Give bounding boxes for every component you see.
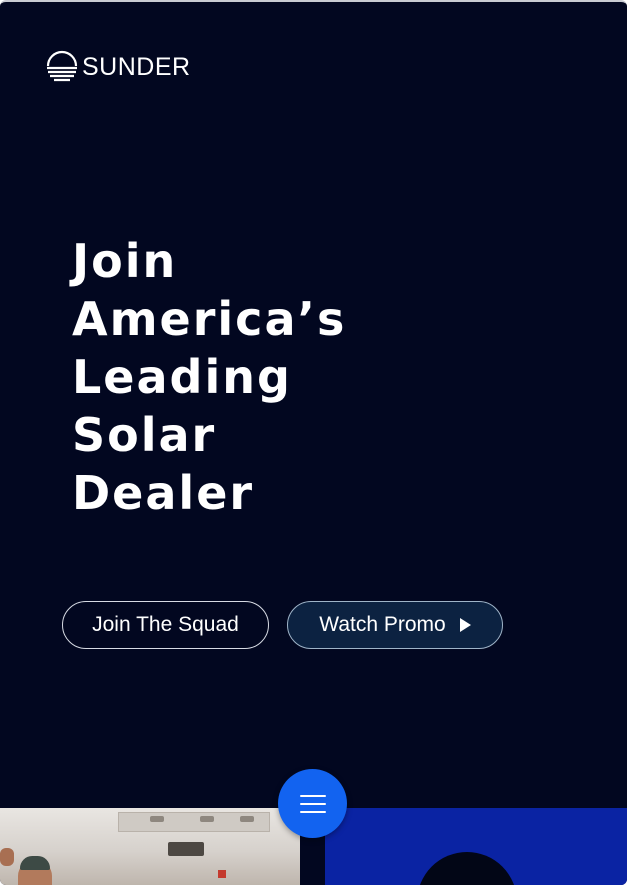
- hero-title-line: America’s: [72, 292, 347, 346]
- hamburger-menu-icon: [299, 794, 326, 813]
- hero-title: Join America’s Leading Solar Dealer: [72, 232, 552, 522]
- exit-sign: [218, 870, 226, 878]
- join-the-squad-button[interactable]: Join The Squad: [62, 601, 269, 649]
- play-icon: [459, 618, 471, 632]
- brand-logo[interactable]: SUNDER: [46, 50, 191, 84]
- raised-hand: [0, 848, 14, 866]
- promo-photo: [325, 808, 627, 885]
- watch-button-label: Watch Promo: [319, 613, 446, 636]
- sun-horizon-icon: [46, 50, 78, 82]
- hero-title-line: Join: [72, 234, 178, 288]
- landing-page: SUNDER Join America’s Leading Solar Deal…: [0, 0, 627, 885]
- menu-button[interactable]: [278, 769, 347, 838]
- hero-title-line: Dealer: [72, 466, 255, 520]
- ceiling-light: [240, 816, 254, 822]
- join-button-label: Join The Squad: [92, 613, 239, 636]
- ceiling-light: [200, 816, 214, 822]
- watch-promo-button[interactable]: Watch Promo: [287, 601, 503, 649]
- person-silhouette: [417, 852, 517, 885]
- hero-title-line: Solar: [72, 408, 217, 462]
- ceiling-panel: [118, 812, 270, 832]
- projector: [168, 842, 204, 856]
- hero-title-line: Leading: [72, 350, 292, 404]
- brand-name: SUNDER: [82, 52, 191, 81]
- ceiling-light: [150, 816, 164, 822]
- person-cap: [20, 856, 50, 870]
- office-photo: [0, 808, 300, 885]
